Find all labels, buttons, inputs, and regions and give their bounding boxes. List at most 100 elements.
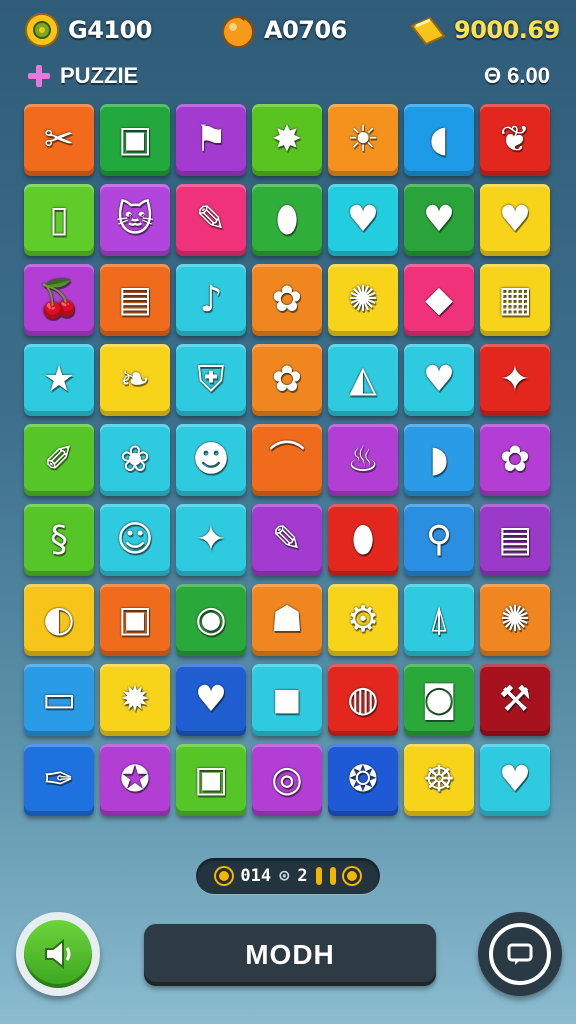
puzzle-tile[interactable]: ✿ [252,264,322,336]
puzzle-tile[interactable]: ⬮ [328,504,398,576]
puzzle-tile[interactable]: ▣ [176,744,246,816]
puzzle-tile[interactable]: ⚑ [176,104,246,176]
puzzle-tile[interactable]: ▯ [24,184,94,256]
puzzle-tile[interactable]: ☻ [176,424,246,496]
puzzle-tile[interactable]: ✺ [328,264,398,336]
puzzle-tile[interactable]: ❧ [100,344,170,416]
tile-icon: ▣ [193,759,228,800]
puzzle-tile[interactable]: ♥ [480,184,550,256]
puzzle-tile[interactable]: ♥ [480,744,550,816]
sound-button[interactable] [16,912,100,996]
puzzle-tile[interactable]: ✪ [100,744,170,816]
puzzle-tile[interactable]: 🍒 [24,264,94,336]
top-hud: G4100 A0706 9000.69 PUZZIE Θ 6.00 [0,0,576,100]
puzzle-tile[interactable]: ✹ [100,664,170,736]
puzzle-tile[interactable]: ♥ [404,344,474,416]
tile-icon: ✎ [195,199,227,240]
puzzle-tile[interactable]: ◭ [328,344,398,416]
puzzle-tile[interactable]: ⌒ [252,424,322,496]
chat-button-ring [489,923,551,985]
puzzle-tile[interactable]: ❂ [328,744,398,816]
puzzle-tile[interactable]: ★ [24,344,94,416]
puzzle-tile[interactable]: ✎ [176,184,246,256]
chat-icon [507,943,533,965]
puzzle-tile[interactable]: § [24,504,94,576]
tile-icon: ✦ [195,519,227,560]
puzzle-tile[interactable]: ◗ [404,424,474,496]
chat-button[interactable] [478,912,562,996]
counter-bar-icon [315,867,322,885]
tile-icon: ☸ [422,759,456,800]
tile-icon: ★ [42,359,76,400]
puzzle-tile[interactable]: ✐ [24,424,94,496]
puzzle-tile[interactable]: ✿ [480,424,550,496]
timer-value: Θ 6.00 [483,63,550,88]
puzzle-tile[interactable]: ☗ [252,584,322,656]
puzzle-tile[interactable]: ✸ [252,104,322,176]
gold-counter[interactable]: 9000.69 [410,10,560,50]
main-action-button[interactable]: MODH [144,924,436,986]
orb-counter[interactable]: A0706 [220,10,347,50]
counter-separator-icon: ⊙ [279,866,290,886]
puzzle-tile[interactable]: ◖ [404,104,474,176]
puzzle-tile[interactable]: ▣ [100,584,170,656]
puzzle-tile[interactable]: ♥ [404,184,474,256]
puzzle-tile[interactable]: ✎ [252,504,322,576]
tile-icon: ✎ [271,519,303,560]
tile-icon: ♥ [498,759,532,800]
puzzle-tile[interactable]: ♨ [328,424,398,496]
puzzle-tile[interactable]: ▭ [24,664,94,736]
puzzle-tile[interactable]: ⬮ [252,184,322,256]
tile-icon: ⛨ [197,359,225,400]
puzzle-tile[interactable]: ☸ [404,744,474,816]
coin-counter[interactable]: G4100 [24,10,153,50]
puzzle-tile[interactable]: ◉ [176,584,246,656]
puzzle-tile[interactable]: ◆ [404,264,474,336]
tile-icon: ✿ [271,359,303,400]
puzzle-tile[interactable]: ◍ [328,664,398,736]
counter-right: 2 [297,866,308,886]
tile-icon: ♥ [346,199,380,240]
puzzle-tile[interactable]: ✂ [24,104,94,176]
puzzle-tile[interactable]: ✺ [480,584,550,656]
puzzle-tile[interactable]: ▣ [100,104,170,176]
tile-icon: ✺ [347,279,379,320]
puzzle-tile[interactable]: ⍋ [404,584,474,656]
puzzle-tile[interactable]: ♪ [176,264,246,336]
puzzle-tile[interactable]: ⚒ [480,664,550,736]
puzzle-tile[interactable]: ▦ [480,264,550,336]
puzzle-tile[interactable]: ◐ [24,584,94,656]
tile-icon: ◐ [43,599,75,640]
tile-icon: ❦ [499,119,531,160]
puzzle-tile[interactable]: ▤ [480,504,550,576]
tile-icon: 🐱 [116,199,154,240]
puzzle-tile[interactable]: ☺ [100,504,170,576]
puzzle-tile[interactable]: ▤ [100,264,170,336]
tile-icon: ⚑ [194,119,228,160]
puzzle-tile[interactable]: ♥ [176,664,246,736]
puzzle-tile[interactable]: ✿ [252,344,322,416]
puzzle-tile[interactable]: ✑ [24,744,94,816]
puzzle-grid: ✂ ▣ ⚑ ✸ ☀ ◖ ❦ ▯ 🐱 ✎ ⬮ ♥ ♥ ♥ 🍒 ▤ ♪ ✿ ✺ ◆ ▦ ★ ❧ ⛨ ✿ ◭ ♥ ✦ ✐ ❀ ☻ ⌒ ♨ ◗ ✿ § ☺ ✦ ✎ ⬮… [24,104,552,840]
puzzle-tile[interactable]: ⚲ [404,504,474,576]
counter-dot-icon [343,868,360,884]
puzzle-tile[interactable]: ❦ [480,104,550,176]
tile-icon: ☺ [116,519,154,560]
puzzle-tile[interactable]: ◙ [404,664,474,736]
puzzle-tile[interactable]: ⛨ [176,344,246,416]
puzzle-tile[interactable]: ✦ [480,344,550,416]
tile-icon: ⚙ [346,599,380,640]
puzzle-tile[interactable]: 🐱 [100,184,170,256]
puzzle-tile[interactable]: ◎ [252,744,322,816]
tile-icon: 🍒 [36,279,82,320]
puzzle-tile[interactable]: ⚙ [328,584,398,656]
tile-icon: ◼ [272,679,302,720]
puzzle-tile[interactable]: ✦ [176,504,246,576]
puzzle-tile[interactable]: ☀ [328,104,398,176]
puzzle-tile[interactable]: ❀ [100,424,170,496]
orb-value: A0706 [264,16,347,44]
puzzle-tile[interactable]: ♥ [328,184,398,256]
puzzle-tile[interactable]: ◼ [252,664,322,736]
tile-icon: ☀ [346,119,380,160]
tile-icon: ♪ [199,279,223,320]
